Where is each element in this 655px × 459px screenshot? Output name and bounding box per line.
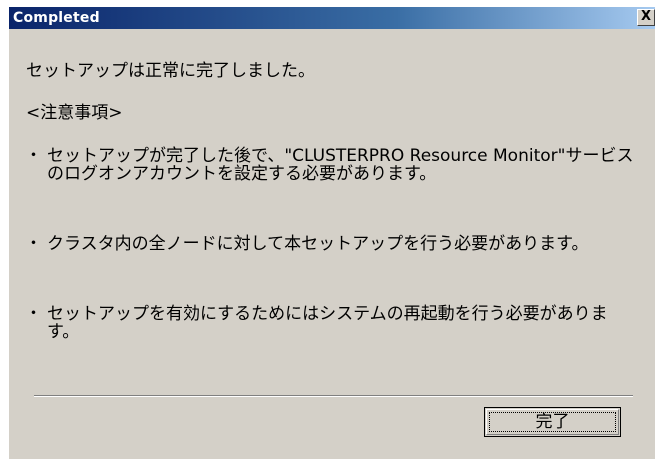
bullet-icon: ・ — [25, 146, 42, 166]
note-text: セットアップを有効にするためにはシステムの再起動を行う必要があります。 — [47, 304, 608, 342]
note-item: ・ セットアップが完了した後で、"CLUSTERPRO Resource Mon… — [25, 147, 635, 207]
notes-heading: <注意事項> — [26, 103, 123, 123]
note-text: セットアップが完了した後で、"CLUSTERPRO Resource Monit… — [47, 146, 634, 184]
note-text: クラスタ内の全ノードに対して本セットアップを行う必要があります。 — [47, 234, 589, 254]
button-separator — [34, 395, 633, 397]
background-left — [0, 0, 9, 459]
bullet-icon: ・ — [25, 234, 42, 254]
bullet-icon: ・ — [25, 304, 42, 324]
note-item: ・ クラスタ内の全ノードに対して本セットアップを行う必要があります。 — [25, 235, 635, 275]
close-button[interactable]: X — [637, 9, 655, 26]
title-bar[interactable]: Completed X — [9, 7, 655, 29]
done-button[interactable]: 完了 — [484, 407, 621, 437]
background-top — [0, 0, 655, 7]
note-item: ・ セットアップを有効にするためにはシステムの再起動を行う必要があります。 — [25, 305, 635, 345]
completed-dialog: Completed X セットアップは正常に完了しました。 <注意事項> ・ セ… — [0, 0, 655, 459]
dialog-content: セットアップは正常に完了しました。 <注意事項> ・ セットアップが完了した後で… — [9, 29, 655, 459]
done-button-label: 完了 — [535, 412, 570, 432]
dialog-title: Completed — [13, 10, 100, 26]
close-icon: X — [640, 9, 652, 24]
completion-message: セットアップは正常に完了しました。 — [26, 61, 315, 81]
